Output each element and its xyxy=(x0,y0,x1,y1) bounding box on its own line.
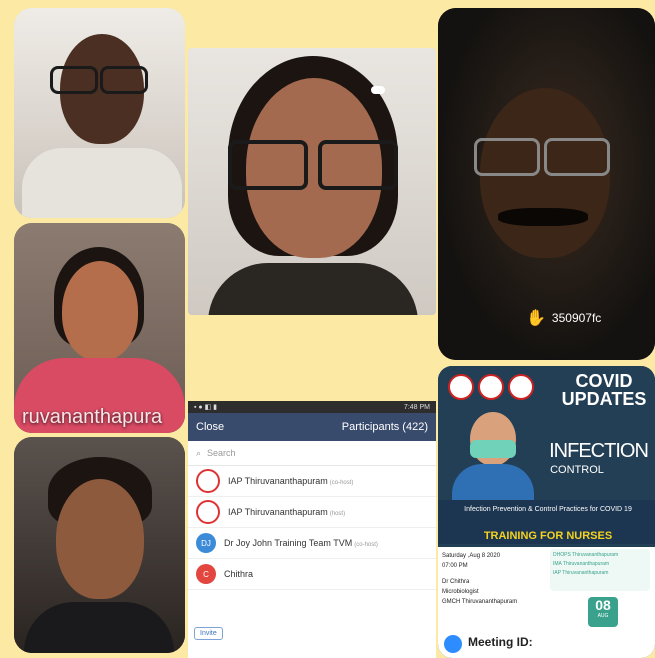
cloud-icon xyxy=(371,86,385,94)
date-badge-month: AUG xyxy=(597,613,609,619)
video-tile-bottom-left[interactable] xyxy=(14,437,185,653)
speaker-role: Microbiologist xyxy=(442,589,479,595)
participant-name: Chithra xyxy=(224,569,254,579)
participants-header: Close Participants (422) xyxy=(188,413,436,441)
poster-topic: INFECTION xyxy=(549,440,649,462)
glasses xyxy=(318,140,398,190)
glasses xyxy=(544,138,610,176)
meeting-id-label: Meeting ID: xyxy=(468,635,533,649)
video-tile-top-left[interactable] xyxy=(14,8,185,218)
date-badge-day: 08 xyxy=(595,597,611,613)
dress xyxy=(208,263,418,315)
organizer-line: DHOPS Thiruvananthapuram xyxy=(553,552,619,558)
glasses xyxy=(50,66,98,94)
video-tile-middle-left[interactable]: ruvananthapura xyxy=(14,223,185,433)
close-button[interactable]: Close xyxy=(196,421,224,433)
phone-status-bar: ▪ ● ◧ ▮ 7:48 PM xyxy=(188,401,436,413)
participant-id: 350907fc xyxy=(551,311,602,325)
poster-details: Saturday ,Aug 8 2020 07:00 PM Dr Chithra… xyxy=(438,547,655,658)
iap-logo-icon xyxy=(196,500,220,524)
participant-row[interactable]: C Chithra xyxy=(188,559,436,590)
event-time: 07:00 PM xyxy=(442,563,468,569)
status-icons: ▪ ● ◧ ▮ xyxy=(194,404,218,411)
organizer-line: IAP Thiruvananthapuram xyxy=(553,570,609,576)
participant-role: (co-host) xyxy=(354,542,378,548)
iap-logo-icon xyxy=(478,374,504,400)
police-logo-icon xyxy=(508,374,534,400)
hand-icon: ✋ xyxy=(526,310,546,327)
organizers-box: DHOPS Thiruvananthapuram IMA Thiruvanant… xyxy=(550,549,650,591)
location-overlay: ruvananthapura xyxy=(22,406,163,428)
iap-logo-icon xyxy=(196,469,220,493)
speaker-org: GMCH Thiruvananthapuram xyxy=(442,599,518,605)
video-tile-top-center[interactable] xyxy=(188,48,436,315)
participant-name: IAP Thiruvananthapuram xyxy=(228,476,328,486)
raise-hand: ✋ 350907fc xyxy=(526,308,601,328)
glasses xyxy=(100,66,148,94)
invite-button[interactable]: Invite xyxy=(194,627,223,640)
participants-title: Participants (422) xyxy=(341,421,428,433)
event-poster: COVID UPDATES INFECTION CONTROL Infectio… xyxy=(438,366,655,658)
participant-avatar: DJ xyxy=(196,533,216,553)
glasses xyxy=(474,138,540,176)
poster-heading: COVID UPDATES xyxy=(561,371,647,409)
participant-role: (co-host) xyxy=(329,480,354,486)
search-input[interactable]: ⌕ Search xyxy=(188,441,436,466)
participant-name: IAP Thiruvananthapuram xyxy=(228,507,328,517)
nurse-illustration xyxy=(448,406,538,508)
emblem-logo-icon xyxy=(448,374,474,400)
participant-face xyxy=(62,261,138,361)
status-time: 7:48 PM xyxy=(403,403,430,411)
zoom-icon xyxy=(444,635,462,653)
participants-panel: ▪ ● ◧ ▮ 7:48 PM Close Participants (422)… xyxy=(188,401,436,658)
participant-avatar: C xyxy=(196,564,216,584)
shirt xyxy=(24,602,174,653)
participant-role: (host) xyxy=(329,511,346,517)
poster-subtitle: Infection Prevention & Control Practices… xyxy=(464,506,632,513)
participant-row[interactable]: IAP Thiruvananthapuram (co-host) xyxy=(188,466,436,497)
event-date: Saturday ,Aug 8 2020 xyxy=(442,553,501,559)
poster-topic-sub: CONTROL xyxy=(550,464,604,476)
glasses xyxy=(228,140,308,190)
mustache xyxy=(498,208,588,226)
participant-name: Dr Joy John Training Team TVM xyxy=(224,538,353,548)
speaker-name: Dr Chithra xyxy=(442,579,470,585)
date-badge: 08 AUG xyxy=(588,597,618,627)
participant-face xyxy=(56,479,144,599)
organizer-line: IMA Thiruvananthapuram xyxy=(553,561,610,567)
shirt xyxy=(22,148,182,218)
participant-row[interactable]: DJ Dr Joy John Training Team TVM (co-host… xyxy=(188,528,436,559)
search-icon: ⌕ xyxy=(196,447,202,458)
video-tile-top-right[interactable]: ✋ 350907fc xyxy=(438,8,655,360)
search-placeholder: Search xyxy=(207,448,236,458)
poster-banner: TRAINING FOR NURSES xyxy=(483,530,613,542)
participant-row[interactable]: IAP Thiruvananthapuram (host) xyxy=(188,497,436,528)
